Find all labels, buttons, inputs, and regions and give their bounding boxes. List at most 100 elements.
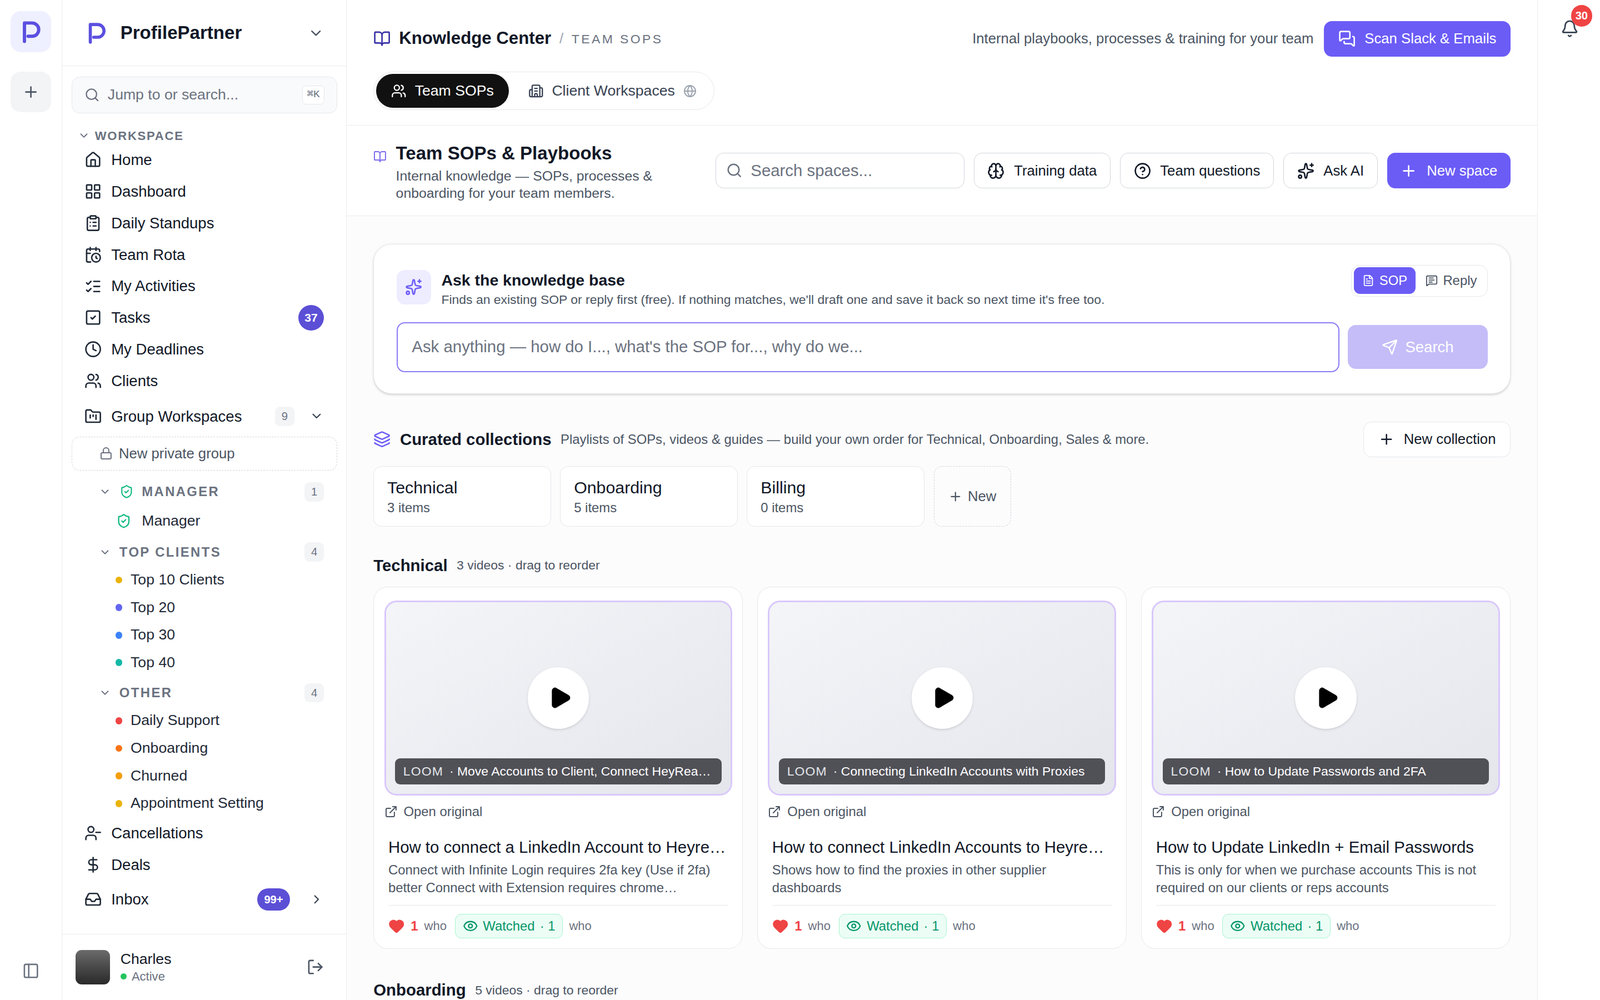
layers-icon: [373, 430, 391, 448]
add-button[interactable]: [10, 71, 52, 113]
search-button[interactable]: Search: [1347, 325, 1488, 369]
chevron-down-icon: [98, 546, 112, 559]
sidebar-item[interactable]: Inbox99+: [62, 883, 347, 915]
online-dot: [120, 973, 127, 980]
like-button[interactable]: 1who: [388, 916, 447, 937]
group-item[interactable]: Top 20: [62, 593, 347, 622]
like-button[interactable]: 1who: [1156, 916, 1215, 937]
tab[interactable]: Client Workspaces: [513, 73, 712, 108]
sidebar-item[interactable]: Daily Standups: [62, 207, 347, 239]
mode-option[interactable]: SOP: [1353, 267, 1416, 294]
group-item[interactable]: Manager: [62, 506, 347, 536]
playlist-header: Technical3 videos · drag to reorder: [373, 555, 1511, 576]
section-header[interactable]: WORKSPACE: [62, 127, 347, 144]
tagline: Internal playbooks, processes & training…: [972, 27, 1314, 50]
video-description: Shows how to find the proxies in other s…: [767, 861, 1116, 897]
collection-card[interactable]: Billing0 items: [746, 466, 925, 527]
avatar: [75, 950, 110, 985]
sparkles-icon: [1297, 162, 1315, 180]
book-icon: [373, 30, 391, 48]
group-item[interactable]: Top 30: [62, 621, 347, 649]
toolbar-button[interactable]: New space: [1387, 152, 1512, 189]
ask-input[interactable]: Ask anything — how do I..., what's the S…: [396, 322, 1340, 373]
section-title: Team SOPs & Playbooks: [396, 139, 677, 168]
app-window: ProfilePartner Jump to or search...⌘K WORK…: [0, 0, 1600, 1000]
sidebar-item[interactable]: Cancellations: [62, 817, 347, 849]
sidebar-item[interactable]: Clients: [62, 365, 347, 397]
group-header[interactable]: OTHER4: [62, 678, 347, 707]
sidebar-search[interactable]: Jump to or search...⌘K: [71, 76, 338, 114]
user-status: Active: [120, 968, 172, 985]
group-workspaces-item[interactable]: Group Workspaces9: [62, 398, 347, 434]
group-item[interactable]: Daily Support: [62, 707, 347, 735]
collection-card[interactable]: Technical3 items: [373, 466, 552, 527]
sidebar-item[interactable]: Home: [62, 143, 347, 176]
video-thumbnail[interactable]: LOOM· How to Update Passwords and 2FA: [1151, 600, 1500, 796]
chevron-down-icon: [77, 129, 90, 142]
notifications-button[interactable]: 30: [1560, 19, 1582, 40]
like-button[interactable]: 1who: [772, 916, 831, 937]
group-item[interactable]: Churned: [62, 762, 347, 790]
sidebar-item[interactable]: My Deadlines: [62, 333, 347, 366]
play-button[interactable]: [527, 667, 589, 729]
workspace-switcher[interactable]: ProfilePartner: [62, 0, 347, 67]
clipboard-icon: [84, 214, 102, 232]
logout-icon[interactable]: [306, 958, 324, 976]
mode-toggle: SOPReply: [1351, 265, 1488, 297]
sidebar-item[interactable]: Deals: [62, 848, 347, 881]
video-thumbnail[interactable]: LOOM· Connecting LinkedIn Accounts with …: [767, 600, 1116, 796]
heart-icon: [388, 917, 405, 934]
open-original-link[interactable]: Open original: [384, 801, 733, 822]
group-item[interactable]: Top 40: [62, 648, 347, 677]
sparkles-icon: [405, 278, 423, 296]
play-button[interactable]: [1295, 667, 1357, 729]
sidebar-item[interactable]: My Activities: [62, 270, 347, 303]
toolbar-button[interactable]: Training data: [973, 152, 1112, 189]
video-title: How to connect a LinkedIn Account to Hey…: [384, 835, 733, 860]
new-collection-card[interactable]: New: [933, 466, 1012, 527]
lock-icon: [99, 446, 113, 460]
new-collection-button[interactable]: New collection: [1363, 421, 1511, 458]
play-button[interactable]: [911, 667, 973, 729]
group-header[interactable]: MANAGER1: [62, 477, 347, 506]
content: Ask the knowledge baseFinds an existing …: [346, 216, 1537, 1000]
open-original-link[interactable]: Open original: [767, 801, 1116, 822]
video-label: LOOM· How to Update Passwords and 2FA: [1162, 758, 1489, 785]
play-icon: [1315, 685, 1340, 710]
sidebar-item[interactable]: Tasks37: [62, 302, 347, 334]
video-title: How to connect LinkedIn Accounts to Heyr…: [767, 835, 1116, 860]
watched-badge[interactable]: Watched· 1: [455, 913, 564, 939]
new-private-group-button[interactable]: New private group: [71, 436, 338, 471]
open-original-link[interactable]: Open original: [1151, 801, 1500, 822]
sidebar-item[interactable]: Dashboard: [62, 175, 347, 208]
scan-button[interactable]: Scan Slack & Emails: [1323, 21, 1511, 57]
collection-card[interactable]: Onboarding5 items: [560, 466, 738, 527]
shield-icon: [119, 484, 134, 499]
video-card[interactable]: LOOM· Move Accounts to Client, Connect H…: [373, 586, 743, 949]
right-rail: 30: [1537, 0, 1600, 1000]
group-count: 1: [304, 482, 324, 502]
group-item[interactable]: Appointment Setting: [62, 789, 347, 818]
mode-option[interactable]: Reply: [1417, 267, 1486, 294]
watched-badge[interactable]: Watched· 1: [1222, 913, 1331, 939]
video-card[interactable]: LOOM· Connecting LinkedIn Accounts with …: [757, 586, 1127, 949]
spaces-search[interactable]: Search spaces...: [715, 152, 965, 189]
icon-rail: [0, 0, 63, 1000]
tab[interactable]: Team SOPs: [376, 73, 509, 108]
group-item[interactable]: Onboarding: [62, 734, 347, 763]
play-icon: [931, 685, 956, 710]
group-item[interactable]: Top 10 Clients: [62, 566, 347, 594]
sidebar-item[interactable]: Team Rota: [62, 238, 347, 271]
toolbar-button[interactable]: Team questions: [1120, 152, 1275, 189]
video-card[interactable]: LOOM· How to Update Passwords and 2FA Ope…: [1141, 586, 1511, 949]
toolbar-button[interactable]: Ask AI: [1283, 152, 1378, 189]
shield-icon: [116, 513, 132, 529]
logo-icon: [18, 19, 43, 44]
video-thumbnail[interactable]: LOOM· Move Accounts to Client, Connect H…: [384, 600, 733, 796]
app-logo[interactable]: [10, 11, 52, 52]
status-dot: [115, 631, 123, 639]
group-header[interactable]: TOP CLIENTS4: [62, 537, 347, 567]
collapse-sidebar-icon[interactable]: [22, 962, 40, 980]
check-square-icon: [84, 308, 102, 327]
watched-badge[interactable]: Watched· 1: [838, 913, 948, 939]
